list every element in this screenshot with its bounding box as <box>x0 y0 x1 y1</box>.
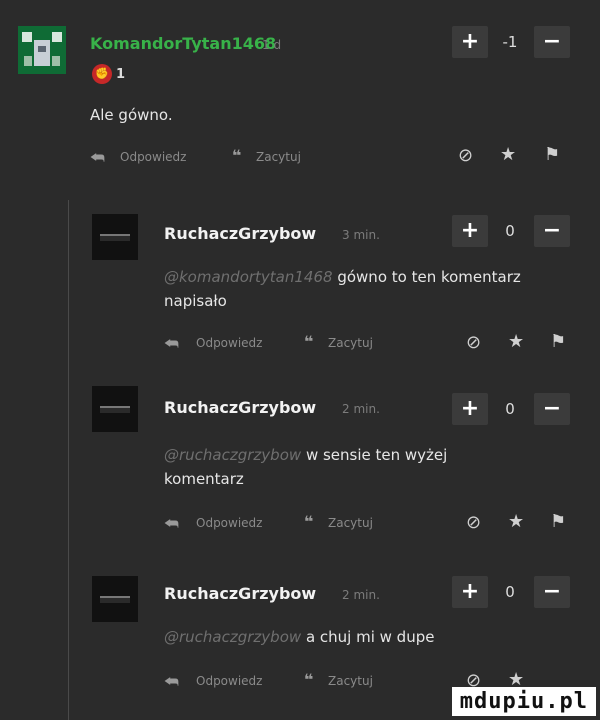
downvote-button[interactable]: − <box>534 393 570 425</box>
username[interactable]: KomandorTytan1468 <box>90 34 276 53</box>
avatar-image <box>100 234 130 241</box>
reply-link[interactable]: Odpowiedz <box>196 336 262 350</box>
quote-link[interactable]: Zacytuj <box>328 516 373 530</box>
comment-text: @komandortytan1468 gówno to ten komentar… <box>164 266 521 289</box>
thread-indent-line <box>68 200 69 720</box>
reply-arrow-icon[interactable]: ⮪ <box>90 150 105 166</box>
comment-text-line: w sensie ten wyżej <box>305 446 448 464</box>
mention-link[interactable]: @ruchaczgrzybow <box>164 628 301 646</box>
upvote-button[interactable]: + <box>452 393 488 425</box>
score: 0 <box>505 222 515 240</box>
block-icon[interactable]: ⊘ <box>458 147 473 165</box>
comment-text: Ale gówno. <box>90 106 173 124</box>
reply-arrow-icon[interactable]: ⮪ <box>164 336 179 352</box>
avatar[interactable] <box>18 26 66 74</box>
quote-marks-icon[interactable]: ❝ <box>232 148 241 164</box>
score: -1 <box>502 33 518 51</box>
timestamp: 3 min. <box>342 228 380 242</box>
site-watermark: mdupiu.pl <box>451 687 596 716</box>
quote-link[interactable]: Zacytuj <box>328 674 373 688</box>
reply-arrow-icon[interactable]: ⮪ <box>164 516 179 532</box>
reply-arrow-icon[interactable]: ⮪ <box>164 674 179 690</box>
quote-marks-icon[interactable]: ❝ <box>304 334 313 350</box>
mention-link[interactable]: @ruchaczgrzybow <box>164 446 301 464</box>
comment-text: @ruchaczgrzybow w sensie ten wyżej <box>164 444 447 467</box>
upvote-button[interactable]: + <box>452 26 488 58</box>
quote-marks-icon[interactable]: ❝ <box>304 514 313 530</box>
star-icon[interactable]: ★ <box>500 146 516 164</box>
reply-link[interactable]: Odpowiedz <box>196 674 262 688</box>
reply-link[interactable]: Odpowiedz <box>196 516 262 530</box>
block-icon[interactable]: ⊘ <box>466 514 481 532</box>
quote-link[interactable]: Zacytuj <box>328 336 373 350</box>
quote-link[interactable]: Zacytuj <box>256 150 301 164</box>
star-icon[interactable]: ★ <box>508 513 524 531</box>
downvote-button[interactable]: − <box>534 576 570 608</box>
flag-icon[interactable]: ⚑ <box>550 513 566 531</box>
username[interactable]: RuchaczGrzybow <box>164 224 316 243</box>
avatar[interactable] <box>92 386 138 432</box>
mention-link[interactable]: @komandortytan1468 <box>164 268 333 286</box>
timestamp: 1 d <box>262 38 282 52</box>
fire-badge-icon: ✊ <box>92 64 112 84</box>
avatar[interactable] <box>92 576 138 622</box>
username[interactable]: RuchaczGrzybow <box>164 584 316 603</box>
avatar[interactable] <box>92 214 138 260</box>
comment-text-line: napisało <box>164 292 227 310</box>
flag-icon[interactable]: ⚑ <box>544 146 560 164</box>
reply-link[interactable]: Odpowiedz <box>120 150 186 164</box>
avatar-image <box>100 406 130 413</box>
avatar-image <box>18 26 66 74</box>
downvote-button[interactable]: − <box>534 26 570 58</box>
comments-thread: KomandorTytan1468 1 d + -1 − ✊ 1 Ale gów… <box>0 0 600 720</box>
upvote-button[interactable]: + <box>452 576 488 608</box>
upvote-button[interactable]: + <box>452 215 488 247</box>
block-icon[interactable]: ⊘ <box>466 334 481 352</box>
downvote-button[interactable]: − <box>534 215 570 247</box>
comment-text-line: komentarz <box>164 470 244 488</box>
comment-text-line: gówno to ten komentarz <box>337 268 521 286</box>
comment-text: @ruchaczgrzybow a chuj mi w dupe <box>164 626 434 649</box>
flag-icon[interactable]: ⚑ <box>550 333 566 351</box>
quote-marks-icon[interactable]: ❝ <box>304 672 313 688</box>
score: 0 <box>505 400 515 418</box>
timestamp: 2 min. <box>342 588 380 602</box>
avatar-image <box>100 596 130 603</box>
timestamp: 2 min. <box>342 402 380 416</box>
badge-count: 1 <box>116 67 126 82</box>
star-icon[interactable]: ★ <box>508 333 524 351</box>
comment-text-line: a chuj mi w dupe <box>305 628 435 646</box>
score: 0 <box>505 583 515 601</box>
username[interactable]: RuchaczGrzybow <box>164 398 316 417</box>
